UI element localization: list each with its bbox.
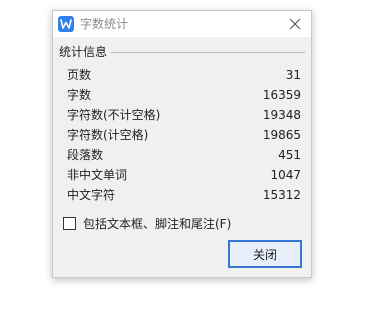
- dialog-title: 字数统计: [80, 17, 129, 31]
- title-bar[interactable]: 字数统计: [53, 11, 311, 37]
- stat-label: 字数: [67, 88, 92, 102]
- close-button[interactable]: 关闭: [228, 240, 302, 268]
- word-count-dialog: 字数统计 统计信息 页数 31 字数 16359 字符数(不计空格) 19348…: [52, 10, 312, 278]
- stat-label: 非中文单词: [67, 168, 128, 182]
- close-icon[interactable]: [287, 16, 303, 32]
- stat-value: 31: [285, 68, 301, 82]
- stat-label: 中文字符: [67, 188, 116, 202]
- stat-value: 451: [278, 148, 301, 162]
- include-textboxes-checkbox[interactable]: [63, 217, 76, 230]
- stat-label: 字符数(不计空格): [67, 108, 161, 122]
- stat-label: 字符数(计空格): [67, 128, 149, 142]
- stat-row-non-chinese-words: 非中文单词 1047: [67, 167, 301, 183]
- stat-value: 19865: [262, 128, 301, 142]
- stat-value: 15312: [262, 188, 301, 202]
- stat-row-chars-no-spaces: 字符数(不计空格) 19348: [67, 107, 301, 123]
- stat-row-chinese-chars: 中文字符 15312: [67, 187, 301, 203]
- include-textboxes-label: 包括文本框、脚注和尾注(F): [83, 217, 232, 231]
- stat-value: 16359: [262, 88, 301, 102]
- stat-label: 页数: [67, 68, 92, 82]
- stat-value: 19348: [262, 108, 301, 122]
- stat-row-paragraphs: 段落数 451: [67, 147, 301, 163]
- stat-row-chars-with-spaces: 字符数(计空格) 19865: [67, 127, 301, 143]
- statistics-group: 统计信息 页数 31 字数 16359 字符数(不计空格) 19348 字符数(…: [59, 44, 305, 214]
- wps-writer-icon: [58, 16, 74, 32]
- group-title: 统计信息: [59, 44, 112, 60]
- stat-value: 1047: [270, 168, 301, 182]
- stat-row-pages: 页数 31: [67, 67, 301, 83]
- stat-label: 段落数: [67, 148, 104, 162]
- stat-row-words: 字数 16359: [67, 87, 301, 103]
